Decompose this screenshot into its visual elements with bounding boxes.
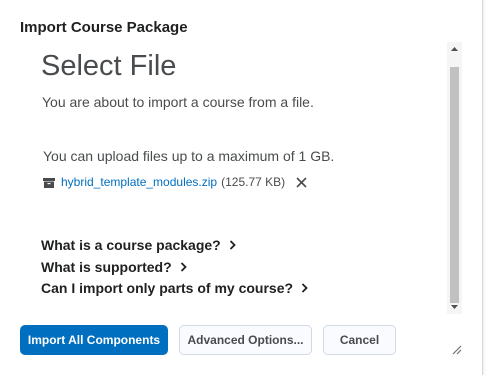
dialog-title: Import Course Package — [20, 19, 188, 36]
cancel-button[interactable]: Cancel — [323, 325, 396, 355]
scrollbar-thumb[interactable] — [450, 67, 459, 303]
file-size: (125.77 KB) — [221, 175, 286, 189]
remove-file-button[interactable] — [294, 175, 308, 189]
file-name-link[interactable]: hybrid_template_modules.zip — [61, 175, 217, 189]
resize-grip-icon[interactable] — [450, 342, 462, 355]
faq-import-parts[interactable]: Can I import only parts of my course? — [41, 280, 308, 296]
vertical-scrollbar[interactable] — [447, 42, 462, 314]
chevron-right-icon — [229, 240, 236, 250]
import-all-components-button[interactable]: Import All Components — [20, 325, 168, 355]
chevron-right-icon — [180, 262, 187, 272]
upload-limit-text: You can upload files up to a maximum of … — [43, 148, 335, 164]
advanced-options-button[interactable]: Advanced Options... — [179, 325, 312, 355]
scroll-down-arrow-icon[interactable] — [447, 300, 462, 314]
chevron-right-icon — [301, 283, 308, 293]
scroll-up-arrow-icon[interactable] — [447, 42, 462, 56]
dialog-content: Select File You are about to import a co… — [20, 42, 444, 314]
close-icon — [296, 176, 307, 188]
faq-course-package[interactable]: What is a course package? — [41, 237, 236, 253]
faq-label: Can I import only parts of my course? — [41, 280, 294, 296]
page-heading: Select File — [41, 50, 177, 82]
faq-what-supported[interactable]: What is supported? — [41, 259, 187, 275]
faq-label: What is supported? — [41, 259, 172, 275]
import-course-dialog: Import Course Package Select File You ar… — [0, 0, 483, 375]
archive-icon — [43, 177, 55, 188]
selected-file-row: hybrid_template_modules.zip (125.77 KB) — [43, 175, 308, 189]
intro-text: You are about to import a course from a … — [42, 94, 314, 110]
faq-label: What is a course package? — [41, 237, 221, 253]
